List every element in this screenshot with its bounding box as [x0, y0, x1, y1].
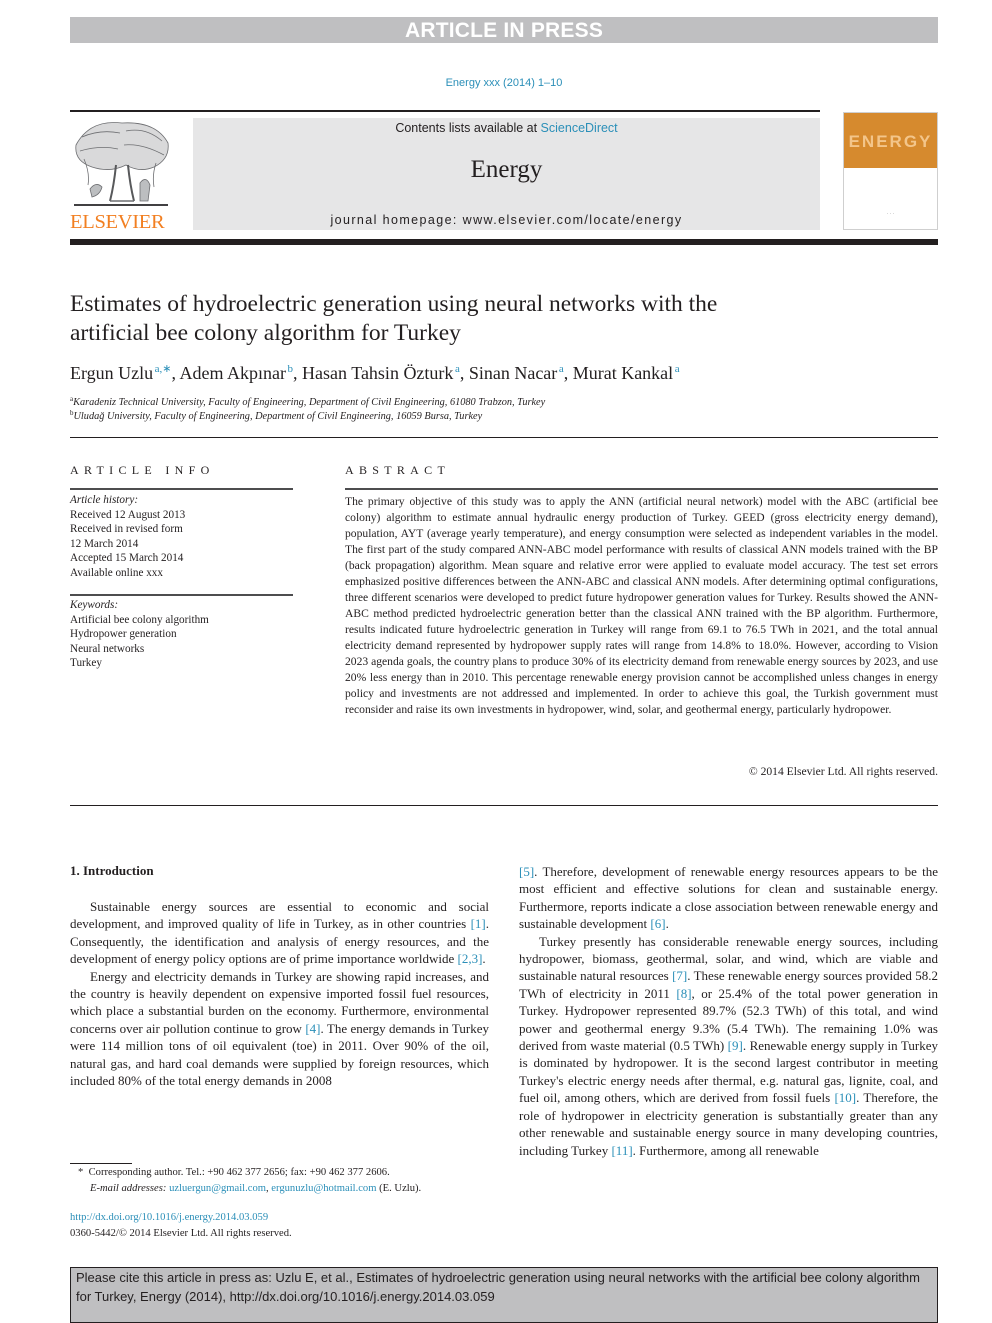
abstract-body: The primary objective of this study was … [345, 495, 938, 716]
paragraph: Energy and electricity demands in Turkey… [70, 968, 489, 1090]
section-divider [70, 805, 938, 806]
email-label: E-mail addresses: [90, 1182, 167, 1194]
paragraph-text: . [665, 916, 669, 932]
header-thick-rule [70, 239, 938, 245]
email-link[interactable]: ergunuzlu@hotmail.com [271, 1183, 376, 1194]
citation-link[interactable]: [1] [471, 916, 486, 931]
cover-title: ENERGY [848, 132, 933, 151]
paragraph: Sustainable energy sources are essential… [70, 898, 489, 968]
abstract-rule [345, 488, 938, 490]
citation-link[interactable]: [5] [519, 864, 534, 879]
paragraph-text: . Furthermore, among all renewable [632, 1142, 819, 1158]
title-line-2: artificial bee colony algorithm for Turk… [70, 320, 461, 346]
history-item: Available online xxx [70, 566, 163, 579]
title-line-1: Estimates of hydroelectric generation us… [70, 291, 718, 317]
history-item: Accepted 15 March 2014 [70, 552, 184, 564]
contents-prefix: Contents lists available at [395, 121, 541, 135]
author-list: Ergun Uzlu a,∗, Adem Akpınar b, Hasan Ta… [70, 362, 938, 384]
elsevier-logo[interactable]: ELSEVIER [70, 115, 172, 233]
article-info-heading: ARTICLE INFO [70, 463, 215, 477]
author[interactable]: Ergun Uzlu a,∗, [70, 363, 180, 383]
history-item: Received 12 August 2013 [70, 508, 186, 521]
author-affiliation-mark[interactable]: a [675, 363, 680, 375]
author-affiliation-mark[interactable]: a,∗ [155, 363, 172, 375]
citation-box: Please cite this article in press as: Uz… [70, 1267, 938, 1323]
author[interactable]: Hasan Tahsin Özturk a, [302, 363, 469, 383]
article-title: Estimates of hydroelectric generation us… [70, 290, 890, 348]
article-info-rule [70, 488, 293, 490]
journal-masthead: Contents lists available at ScienceDirec… [193, 118, 820, 230]
elsevier-wordmark: ELSEVIER [70, 211, 165, 233]
cover-publisher-mark: · · · [886, 211, 895, 217]
paragraph-text: Sustainable energy sources are essential… [70, 899, 489, 932]
keyword: Hydropower generation [70, 628, 177, 640]
journal-name: Energy [470, 156, 543, 183]
citation-link[interactable]: [4] [305, 1021, 320, 1036]
citation-link[interactable]: [6] [650, 916, 665, 931]
abstract-heading: ABSTRACT [345, 463, 451, 477]
author-name[interactable]: Ergun Uzlu [70, 363, 153, 383]
body-column-right: [5]. Therefore, development of renewable… [519, 863, 938, 1159]
corresponding-author-footnote: * Corresponding author. Tel.: +90 462 37… [78, 1167, 422, 1194]
issn-copyright: 0360-5442/© 2014 Elsevier Ltd. All right… [70, 1227, 292, 1239]
journal-homepage[interactable]: journal homepage: www.elsevier.com/locat… [193, 213, 820, 227]
introduction-heading: 1. Introduction [70, 863, 154, 878]
affiliation: bUludağ University, Faculty of Engineeri… [70, 409, 483, 422]
author[interactable]: Murat Kankal a [573, 363, 680, 383]
author-name[interactable]: Murat Kankal [573, 363, 673, 383]
journal-reference-text[interactable]: Energy xxx (2014) 1–10 [446, 77, 563, 89]
journal-reference[interactable]: Energy xxx (2014) 1–10 [0, 77, 992, 89]
header-rule [70, 110, 820, 112]
citation-link[interactable]: [11] [611, 1143, 632, 1158]
keyword: Artificial bee colony algorithm [70, 613, 209, 626]
paragraph-text: . [482, 951, 486, 967]
sciencedirect-link[interactable]: ScienceDirect [541, 121, 618, 135]
footnote-rule [70, 1163, 132, 1164]
keyword: Turkey [70, 657, 102, 669]
keyword: Neural networks [70, 642, 145, 655]
citation-link[interactable]: [8] [676, 986, 691, 1001]
history-item: 12 March 2014 [70, 537, 139, 550]
author[interactable]: Adem Akpınar b, [180, 363, 303, 383]
doi-block: http://dx.doi.org/10.1016/j.energy.2014.… [70, 1210, 292, 1241]
contents-line: Contents lists available at ScienceDirec… [193, 121, 820, 135]
elsevier-tree-icon [70, 115, 172, 213]
paragraph: Turkey presently has considerable renewa… [519, 933, 938, 1159]
footnote-star: * [78, 1167, 84, 1178]
citation-link[interactable]: [2,3] [457, 951, 482, 966]
abstract-copyright: © 2014 Elsevier Ltd. All rights reserved… [748, 765, 938, 778]
section-divider [70, 437, 938, 438]
body-column-left: Sustainable energy sources are essential… [70, 898, 489, 1089]
doi-link[interactable]: http://dx.doi.org/10.1016/j.energy.2014.… [70, 1210, 292, 1226]
article-history: Article history: Received 12 August 2013… [70, 493, 293, 580]
author-name[interactable]: Sinan Nacar [469, 363, 557, 383]
citation-link[interactable]: [7] [672, 968, 687, 983]
article-in-press-banner: ARTICLE IN PRESS [70, 17, 938, 43]
keywords-label: Keywords: [70, 599, 119, 611]
corresponding-author-contact: Corresponding author. Tel.: +90 462 377 … [88, 1167, 390, 1178]
paragraph-text: . Therefore, development of renewable en… [519, 864, 938, 932]
keywords: Keywords: Artificial bee colony algorith… [70, 598, 293, 671]
paragraph: [5]. Therefore, development of renewable… [519, 863, 938, 933]
keywords-rule [70, 594, 293, 596]
email-link[interactable]: uzluergun@gmail.com [169, 1183, 266, 1194]
author-name[interactable]: Hasan Tahsin Özturk [302, 363, 453, 383]
affiliation: aKaradeniz Technical University, Faculty… [70, 395, 546, 408]
journal-cover-thumbnail[interactable]: ENERGY · · · [843, 112, 938, 230]
author[interactable]: Sinan Nacar a, [469, 363, 573, 383]
citation-link[interactable]: [9] [728, 1038, 743, 1053]
citation-link[interactable]: [10] [834, 1090, 856, 1105]
author-name[interactable]: Adem Akpınar [180, 363, 286, 383]
history-item: Received in revised form [70, 523, 183, 535]
history-label: Article history: [70, 494, 139, 506]
